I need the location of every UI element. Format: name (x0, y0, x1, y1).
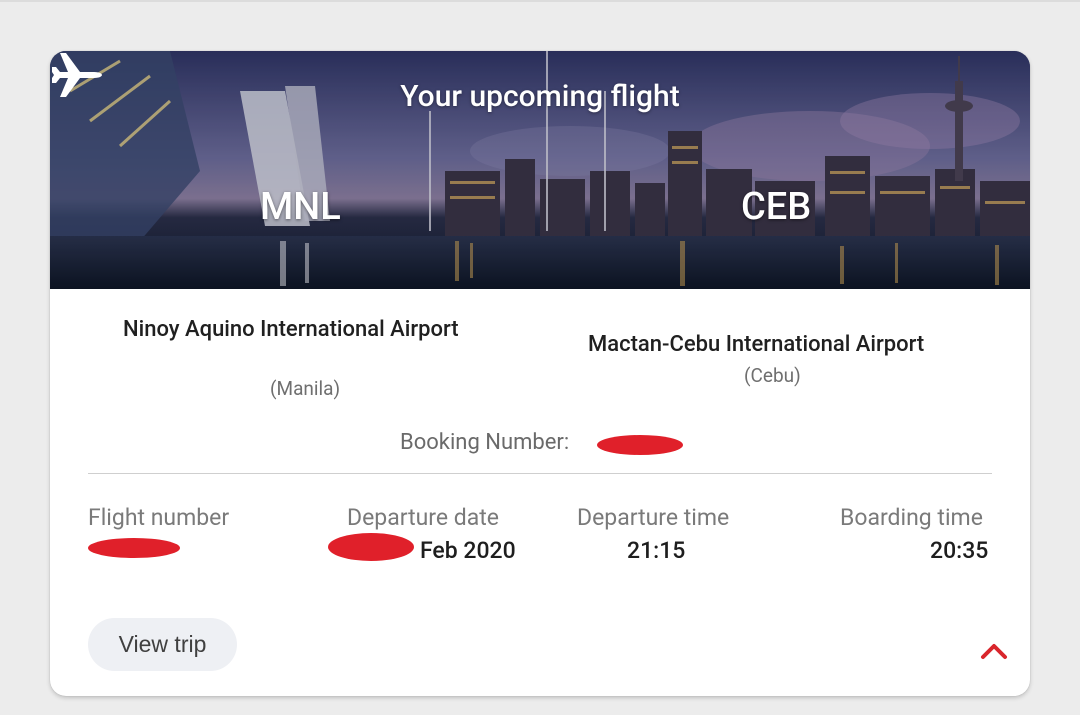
flight-number-redaction (88, 538, 180, 558)
origin-city: (Manila) (270, 377, 341, 400)
top-divider (0, 0, 1080, 2)
origin-airport-name: Ninoy Aquino International Airport (123, 317, 459, 342)
view-trip-button[interactable]: View trip (88, 618, 237, 671)
departure-date-label: Departure date (347, 504, 499, 531)
destination-airport-name: Mactan-Cebu International Airport (588, 332, 925, 357)
hero-title: Your upcoming flight (400, 79, 680, 114)
origin-code: MNL (260, 185, 341, 229)
chevron-up-icon[interactable] (980, 641, 1008, 661)
flight-number-label: Flight number (88, 504, 230, 531)
boarding-time-value: 20:35 (930, 537, 989, 564)
section-divider (88, 473, 992, 474)
booking-number-redaction (597, 435, 683, 455)
airplane-icon (52, 53, 102, 97)
screen: Your upcoming flight MNL CEB Ninoy Aquin… (0, 0, 1080, 715)
upcoming-flight-card: Your upcoming flight MNL CEB Ninoy Aquin… (50, 51, 1030, 696)
booking-number-label: Booking Number: (400, 430, 570, 455)
boarding-time-label: Boarding time (840, 504, 983, 531)
departure-date-redaction (328, 533, 414, 561)
departure-time-value: 21:15 (627, 537, 686, 564)
departure-time-label: Departure time (577, 504, 730, 531)
destination-city: (Cebu) (744, 364, 801, 387)
destination-code: CEB (741, 185, 812, 229)
hero-banner: Your upcoming flight MNL CEB (50, 51, 1030, 289)
departure-date-value: Feb 2020 (420, 537, 516, 564)
